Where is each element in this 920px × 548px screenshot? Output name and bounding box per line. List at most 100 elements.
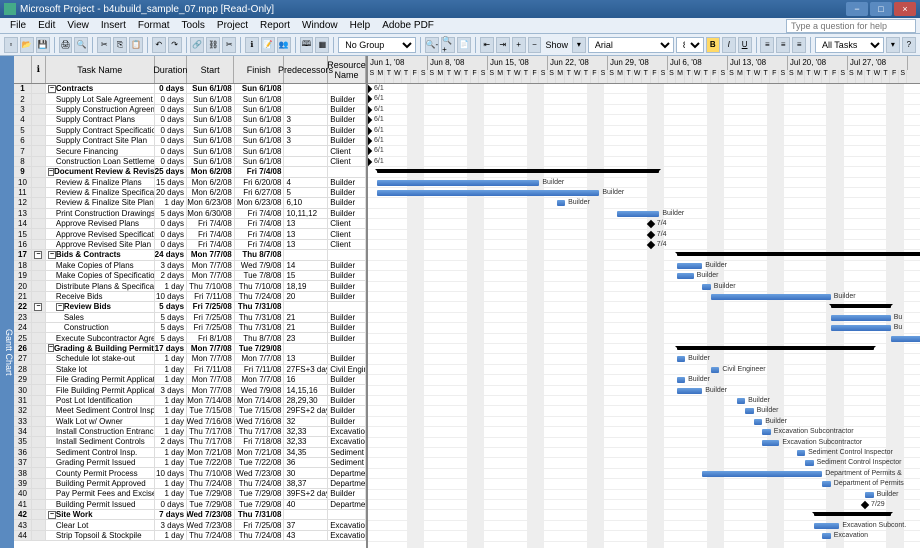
task-name-cell[interactable]: Supply Lot Sale Agreement [46,94,155,103]
start-cell[interactable]: Wed 7/23/08 [187,520,235,529]
res-cell[interactable]: Excavation [328,531,366,540]
row-id[interactable]: 8 [14,157,32,166]
help-search-input[interactable] [786,19,916,33]
row-id[interactable]: 3 [14,105,32,114]
pred-cell[interactable]: 23 [284,333,328,342]
task-name-cell[interactable]: Approve Revised Site Plan [46,240,155,249]
maximize-button[interactable]: □ [870,2,892,16]
finish-cell[interactable]: Fri 7/4/08 [235,209,285,218]
row-id[interactable]: 13 [14,209,32,218]
col-predecessors[interactable]: Predecessors [284,56,328,83]
task-name-cell[interactable]: Make Copies of Specifications [46,271,155,280]
table-row[interactable]: 44Strip Topsoil & Stockpile1 dayThu 7/24… [14,531,366,541]
duration-cell[interactable]: 0 days [155,84,187,93]
row-id[interactable]: 37 [14,458,32,467]
duration-cell[interactable]: 1 day [155,427,187,436]
finish-cell[interactable]: Fri 7/18/08 [235,437,285,446]
finish-cell[interactable]: Fri 6/20/08 [235,178,285,187]
menu-window[interactable]: Window [296,20,344,31]
font-select[interactable]: Arial [588,37,674,53]
start-cell[interactable]: Sun 6/1/08 [187,115,235,124]
finish-cell[interactable]: Thu 7/31/08 [235,323,285,332]
start-cell[interactable]: Fri 7/25/08 [187,323,235,332]
gantt-chart[interactable]: Jun 1, '08Jun 8, '08Jun 15, '08Jun 22, '… [368,56,920,548]
start-cell[interactable]: Fri 7/4/08 [187,219,235,228]
finish-cell[interactable]: Thu 7/31/08 [235,313,285,322]
duration-cell[interactable]: 17 days [155,344,187,353]
task-name-cell[interactable]: Approve Revised Plans [46,219,155,228]
table-row[interactable]: 6Supply Contract Site Plan0 daysSun 6/1/… [14,136,366,146]
start-cell[interactable]: Thu 7/17/08 [187,427,235,436]
pred-cell[interactable]: 13 [284,229,328,238]
res-cell[interactable]: Builder [328,105,366,114]
row-id[interactable]: 18 [14,261,32,270]
row-id[interactable]: 1 [14,84,32,93]
menu-edit[interactable]: Edit [32,20,61,31]
start-cell[interactable]: Mon 6/2/08 [187,167,235,176]
finish-cell[interactable]: Thu 7/24/08 [235,292,285,301]
table-row[interactable]: 19Make Copies of Specifications2 daysMon… [14,271,366,281]
task-bar[interactable] [617,211,660,217]
start-cell[interactable]: Sun 6/1/08 [187,126,235,135]
res-cell[interactable]: Builder [328,385,366,394]
task-bar[interactable] [702,471,822,477]
menu-help[interactable]: Help [344,20,377,31]
table-row[interactable]: 32Meet Sediment Control Inspector1 dayTu… [14,406,366,416]
duration-cell[interactable]: 1 day [155,531,187,540]
duration-cell[interactable]: 0 days [155,219,187,228]
table-row[interactable]: 1− Contracts0 daysSun 6/1/08Sun 6/1/08 [14,84,366,94]
task-name-cell[interactable]: − Review Bids [46,302,155,311]
copy-icon[interactable]: ⎘ [113,37,127,53]
duration-cell[interactable]: 0 days [155,240,187,249]
finish-cell[interactable]: Thu 7/17/08 [235,427,285,436]
task-bar[interactable] [702,284,711,290]
table-row[interactable]: 11Review & Finalize Specifications20 day… [14,188,366,198]
res-cell[interactable]: Builder [328,126,366,135]
start-cell[interactable]: Sun 6/1/08 [187,94,235,103]
goto-icon[interactable]: 📄 [457,37,471,53]
duration-cell[interactable]: 5 days [155,333,187,342]
col-start[interactable]: Start [187,56,235,83]
row-id[interactable]: 2 [14,94,32,103]
task-bar[interactable] [677,388,703,394]
task-name-cell[interactable]: Supply Contract Plans [46,115,155,124]
show-dropdown-icon[interactable]: ▾ [572,37,586,53]
task-name-cell[interactable]: Sediment Control Insp. [46,448,155,457]
pred-cell[interactable]: 5 [284,188,328,197]
finish-cell[interactable]: Mon 7/7/08 [235,375,285,384]
start-cell[interactable]: Fri 7/25/08 [187,313,235,322]
task-name-cell[interactable]: − Document Review & Revision [46,167,155,176]
task-name-cell[interactable]: − Bids & Contracts [46,250,155,259]
finish-cell[interactable]: Fri 7/11/08 [235,365,285,374]
align-left-icon[interactable]: ≡ [760,37,774,53]
menu-view[interactable]: View [61,20,95,31]
task-name-cell[interactable]: Building Permit Issued [46,500,155,509]
res-cell[interactable]: Builder [328,209,366,218]
row-id[interactable]: 30 [14,385,32,394]
res-cell[interactable]: Builder [328,292,366,301]
pred-cell[interactable]: 16 [284,375,328,384]
pred-cell[interactable]: 13 [284,240,328,249]
duration-cell[interactable]: 1 day [155,458,187,467]
pred-cell[interactable] [284,157,328,166]
task-bar[interactable] [377,190,600,196]
task-bar[interactable] [737,398,746,404]
start-cell[interactable]: Mon 7/7/08 [187,271,235,280]
table-row[interactable]: 43Clear Lot3 daysWed 7/23/08Fri 7/25/083… [14,520,366,530]
duration-cell[interactable]: 1 day [155,198,187,207]
table-row[interactable]: 15Approve Revised Specifications0 daysFr… [14,229,366,239]
finish-cell[interactable]: Tue 7/29/08 [235,500,285,509]
row-id[interactable]: 25 [14,333,32,342]
res-cell[interactable]: Builder [328,136,366,145]
start-cell[interactable]: Thu 7/17/08 [187,437,235,446]
finish-cell[interactable]: Thu 7/24/08 [235,531,285,540]
pred-cell[interactable]: 29FS+2 days,28 [284,406,328,415]
res-cell[interactable]: Builder [328,271,366,280]
pred-cell[interactable] [284,105,328,114]
res-cell[interactable] [328,344,366,353]
res-cell[interactable] [328,167,366,176]
pred-cell[interactable]: 32,33 [284,437,328,446]
wizard-icon[interactable]: 🕮 [300,37,314,53]
start-cell[interactable]: Fri 7/11/08 [187,365,235,374]
pred-cell[interactable] [284,510,328,519]
